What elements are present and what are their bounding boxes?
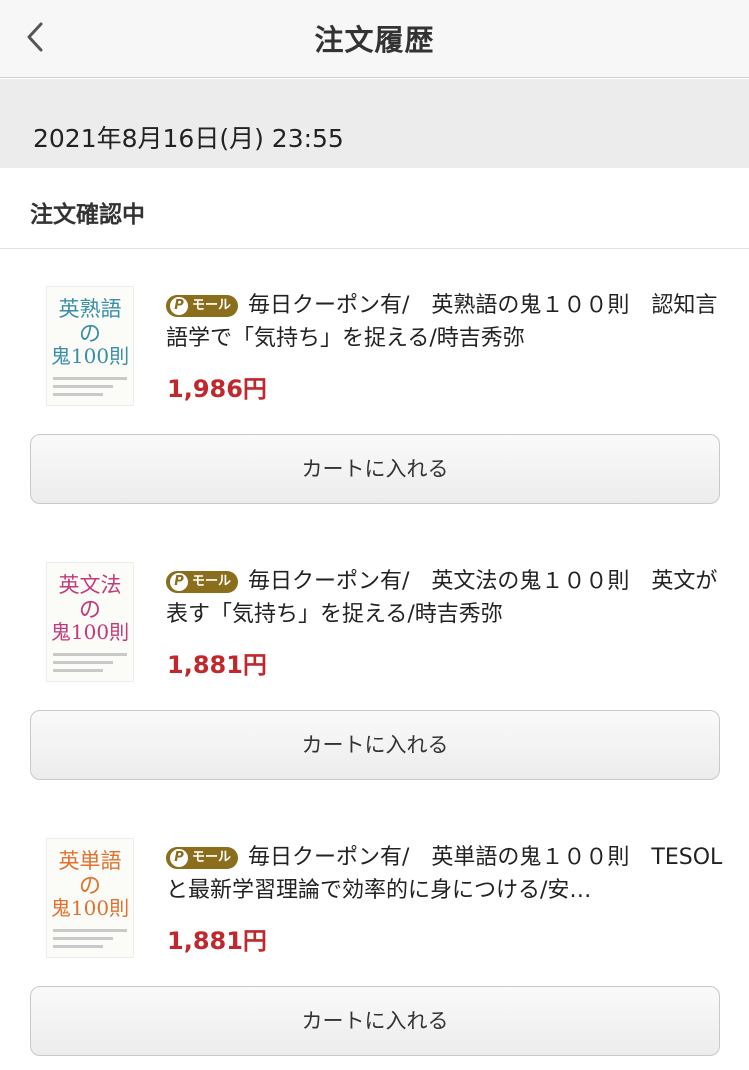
order-date-bar: 2021年8月16日(月) 23:55 — [0, 79, 749, 168]
thumbnail-decoration — [53, 937, 113, 940]
order-status-row: 注文確認中 — [0, 168, 749, 249]
page-title: 注文履歴 — [314, 23, 435, 57]
thumbnail-decoration — [53, 653, 127, 656]
thumbnail-decoration — [53, 929, 127, 932]
add-to-cart-button[interactable]: カートに入れる — [30, 986, 720, 1056]
product-price: 1,881円 — [167, 927, 267, 955]
header-bar: 注文履歴 — [0, 0, 749, 78]
order-item: 英文法 の 鬼100則 毎日クーポン有/ 英文法の鬼１００則 英文が表す「気持ち… — [0, 525, 749, 801]
product-price: 1,986円 — [167, 375, 267, 403]
product-thumbnail[interactable]: 英単語 の 鬼100則 — [46, 838, 134, 958]
order-item: 英熟語 の 鬼100則 毎日クーポン有/ 英熟語の鬼１００則 認知言語学で「気持… — [0, 249, 749, 525]
thumbnail-decoration — [53, 669, 103, 672]
p-logo-icon: P — [170, 297, 188, 315]
product-thumbnail[interactable]: 英熟語 の 鬼100則 — [46, 286, 134, 406]
product-price: 1,881円 — [167, 651, 267, 679]
thumbnail-decoration — [53, 393, 103, 396]
thumbnail-decoration — [53, 385, 113, 388]
thumbnail-title: 鬼100則 — [50, 896, 130, 920]
pay-mall-badge: P モール — [166, 295, 238, 317]
order-status: 注文確認中 — [30, 202, 145, 228]
thumbnail-decoration — [53, 661, 113, 664]
product-title[interactable]: 毎日クーポン有/ 英文法の鬼１００則 英文が表す「気持ち」を捉える/時吉秀弥 — [166, 565, 726, 631]
product-thumbnail[interactable]: 英文法 の 鬼100則 — [46, 562, 134, 682]
thumbnail-decoration — [53, 377, 127, 380]
badge-label: モール — [192, 574, 232, 589]
add-to-cart-button[interactable]: カートに入れる — [30, 710, 720, 780]
product-title[interactable]: 毎日クーポン有/ 英熟語の鬼１００則 認知言語学で「気持ち」を捉える/時吉秀弥 — [166, 289, 726, 355]
thumbnail-title: 鬼100則 — [50, 344, 130, 368]
p-logo-icon: P — [170, 573, 188, 591]
order-datetime: 2021年8月16日(月) 23:55 — [33, 124, 344, 153]
pay-mall-badge: P モール — [166, 847, 238, 869]
p-logo-icon: P — [170, 849, 188, 867]
badge-label: モール — [192, 850, 232, 865]
order-item: 英単語 の 鬼100則 毎日クーポン有/ 英単語の鬼１００則 TESOLと最新学… — [0, 801, 749, 1070]
add-to-cart-button[interactable]: カートに入れる — [30, 434, 720, 504]
product-title[interactable]: 毎日クーポン有/ 英単語の鬼１００則 TESOLと最新学習理論で効率的に身につけ… — [166, 841, 726, 907]
thumbnail-title: 鬼100則 — [50, 620, 130, 644]
thumbnail-decoration — [53, 945, 103, 948]
badge-label: モール — [192, 298, 232, 313]
pay-mall-badge: P モール — [166, 571, 238, 593]
